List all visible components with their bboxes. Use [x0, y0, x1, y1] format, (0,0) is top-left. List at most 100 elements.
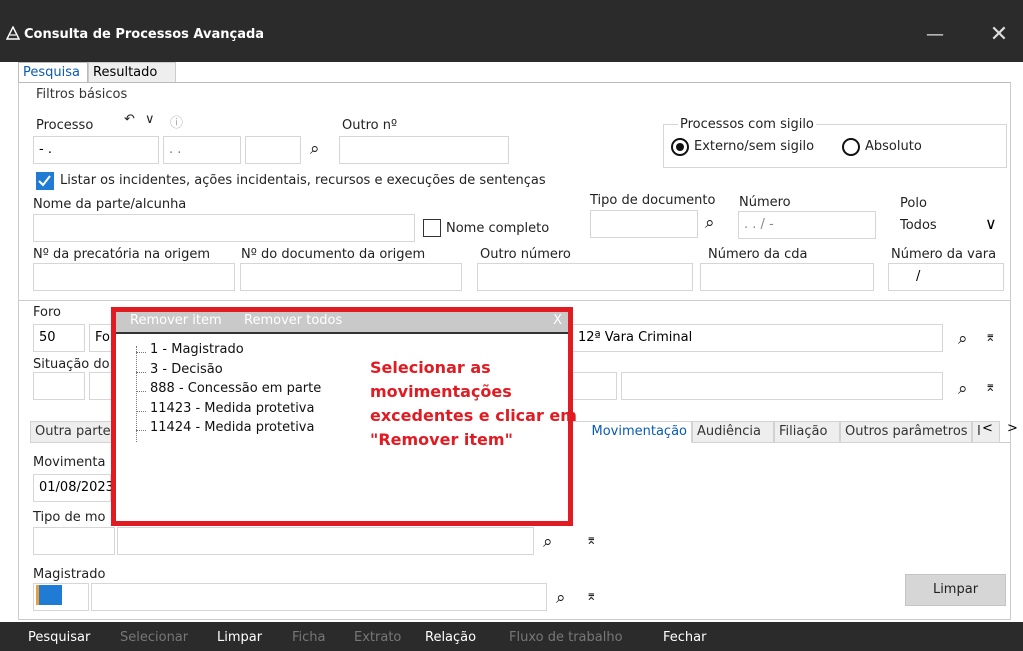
- chevron-right-icon[interactable]: >: [1007, 421, 1018, 436]
- processo-input-3[interactable]: [245, 136, 301, 164]
- tab-resultado[interactable]: Resultado: [88, 62, 176, 82]
- close-window-button[interactable]: ✕: [982, 20, 1016, 50]
- outro-no-input[interactable]: [339, 136, 509, 164]
- popup-close-button[interactable]: X: [553, 313, 562, 328]
- search-icon[interactable]: ⌕: [958, 380, 968, 398]
- tab-audiencia[interactable]: Audiência: [692, 421, 774, 443]
- tipo-mov-code-input[interactable]: [33, 527, 115, 555]
- title-bar: Consulta de Processos Avançada — ✕: [0, 0, 1023, 62]
- tab-pesquisa[interactable]: Pesquisa: [18, 62, 88, 82]
- magistrado-selector: [36, 585, 62, 605]
- movimentacao-date-input[interactable]: 01/08/2023: [33, 474, 114, 502]
- chevron-down-icon[interactable]: ∨: [145, 112, 155, 127]
- vara-label: Número da vara: [891, 247, 997, 262]
- radio-absoluto-label: Absoluto: [865, 139, 922, 154]
- clear-field-icon[interactable]: ⌆: [586, 533, 597, 548]
- vara-name-input[interactable]: 12ª Vara Criminal: [573, 324, 943, 352]
- nome-parte-label: Nome da parte/alcunha: [33, 197, 187, 212]
- divider: [18, 300, 1011, 301]
- radio-externo-label: Externo/sem sigilo: [694, 139, 815, 154]
- tab-filiacao[interactable]: Filiação: [774, 421, 840, 443]
- situacao-input-4[interactable]: [621, 372, 943, 400]
- processo-input[interactable]: - .: [33, 136, 159, 164]
- popup-toolbar: Remover item Remover todos X: [116, 312, 568, 332]
- toolbar-divider: [116, 332, 568, 334]
- remove-all-button[interactable]: Remover todos: [244, 313, 342, 328]
- radio-absoluto[interactable]: [842, 138, 860, 156]
- radio-externo[interactable]: [671, 138, 689, 156]
- foro-code-input[interactable]: 50: [33, 324, 85, 352]
- app-logo-icon: [5, 25, 21, 40]
- pesquisar-button[interactable]: Pesquisar: [28, 630, 90, 645]
- precatoria-label: Nº da precatória na origem: [33, 247, 211, 262]
- instruction-annotation: Selecionar as movimentações excedentes e…: [370, 358, 577, 449]
- outro-numero-input[interactable]: [477, 263, 693, 291]
- processo-input-2[interactable]: . .: [163, 136, 241, 164]
- doc-origem-label: Nº do documento da origem: [241, 247, 426, 262]
- fluxo-trabalho-button[interactable]: Fluxo de trabalho: [509, 630, 623, 645]
- ficha-button[interactable]: Ficha: [292, 630, 326, 645]
- numero-label: Número: [739, 195, 791, 210]
- list-item[interactable]: 888 - Concessão em parte: [136, 381, 321, 401]
- search-icon[interactable]: ⌕: [310, 140, 320, 158]
- clear-field-icon[interactable]: ⌆: [985, 330, 996, 345]
- list-item[interactable]: 3 - Decisão: [136, 362, 321, 382]
- limpar-button[interactable]: Limpar: [905, 574, 1006, 606]
- tab-outra-parte[interactable]: Outra parte: [30, 421, 113, 443]
- search-icon[interactable]: ⌕: [543, 533, 553, 551]
- outro-numero-label: Outro número: [480, 247, 571, 262]
- magistrado-name-input[interactable]: [91, 583, 547, 611]
- limpar-action-button[interactable]: Limpar: [217, 630, 262, 645]
- movimentacao-list: 1 - Magistrado 3 - Decisão 888 - Concess…: [136, 342, 321, 440]
- field-marker: [36, 585, 39, 605]
- situacao-input[interactable]: [33, 372, 85, 400]
- vara-input[interactable]: /: [888, 263, 1004, 291]
- numero-input[interactable]: . . / -: [738, 211, 876, 239]
- group-title: Filtros básicos: [36, 87, 128, 102]
- movimentacao-popup: Remover item Remover todos X 1 - Magistr…: [111, 307, 577, 526]
- selecionar-button[interactable]: Selecionar: [120, 630, 188, 645]
- tipo-documento-label: Tipo de documento: [590, 193, 716, 208]
- cda-input[interactable]: [700, 263, 874, 291]
- polo-select[interactable]: Todos: [900, 218, 937, 233]
- tipo-documento-input[interactable]: [590, 210, 698, 238]
- chevron-down-icon[interactable]: ∨: [985, 214, 997, 233]
- listar-incidentes-checkbox[interactable]: [36, 172, 54, 190]
- nome-parte-input[interactable]: [33, 214, 415, 242]
- outro-no-label: Outro nº: [342, 118, 398, 133]
- magistrado-label: Magistrado: [33, 567, 106, 582]
- chevron-left-icon[interactable]: <: [982, 421, 993, 436]
- cda-label: Número da cda: [708, 247, 808, 262]
- search-icon[interactable]: ⌕: [556, 589, 566, 607]
- undo-icon[interactable]: ↶: [124, 112, 135, 127]
- nome-completo-checkbox[interactable]: [423, 219, 441, 237]
- tipo-movimentacao-label: Tipo de mo: [33, 510, 106, 525]
- search-icon[interactable]: ⌕: [958, 330, 968, 348]
- minimize-button[interactable]: —: [918, 24, 952, 46]
- listar-incidentes-label: Listar os incidentes, ações incidentais,…: [60, 173, 546, 188]
- extrato-button[interactable]: Extrato: [354, 630, 401, 645]
- search-icon[interactable]: ⌕: [705, 214, 715, 232]
- window-title: Consulta de Processos Avançada: [24, 27, 265, 42]
- precatoria-input[interactable]: [33, 263, 235, 291]
- list-item[interactable]: 11423 - Medida protetiva: [136, 401, 321, 421]
- remove-item-button[interactable]: Remover item: [130, 313, 222, 328]
- polo-label: Polo: [900, 196, 927, 211]
- action-bar: Pesquisar Selecionar Limpar Ficha Extrat…: [0, 622, 1023, 651]
- processo-label: Processo: [36, 118, 94, 133]
- movimentacao-label: Movimenta: [33, 455, 106, 470]
- situacao-label: Situação do: [33, 357, 110, 372]
- relacao-button[interactable]: Relação: [425, 630, 476, 645]
- doc-origem-input[interactable]: [240, 263, 462, 291]
- sigilo-label: Processos com sigilo: [678, 117, 816, 132]
- tab-movimentacao[interactable]: Movimentação: [572, 421, 692, 443]
- clear-field-icon[interactable]: ⌆: [586, 589, 597, 604]
- fechar-button[interactable]: Fechar: [663, 630, 706, 645]
- list-item[interactable]: 1 - Magistrado: [136, 342, 321, 362]
- tipo-mov-name-input[interactable]: [117, 527, 534, 555]
- list-item[interactable]: 11424 - Medida protetiva: [136, 420, 321, 440]
- info-icon[interactable]: ⓘ: [170, 112, 183, 131]
- nome-completo-label: Nome completo: [446, 221, 550, 236]
- tab-outros-parametros[interactable]: Outros parâmetros: [840, 421, 972, 443]
- clear-field-icon[interactable]: ⌆: [985, 380, 996, 395]
